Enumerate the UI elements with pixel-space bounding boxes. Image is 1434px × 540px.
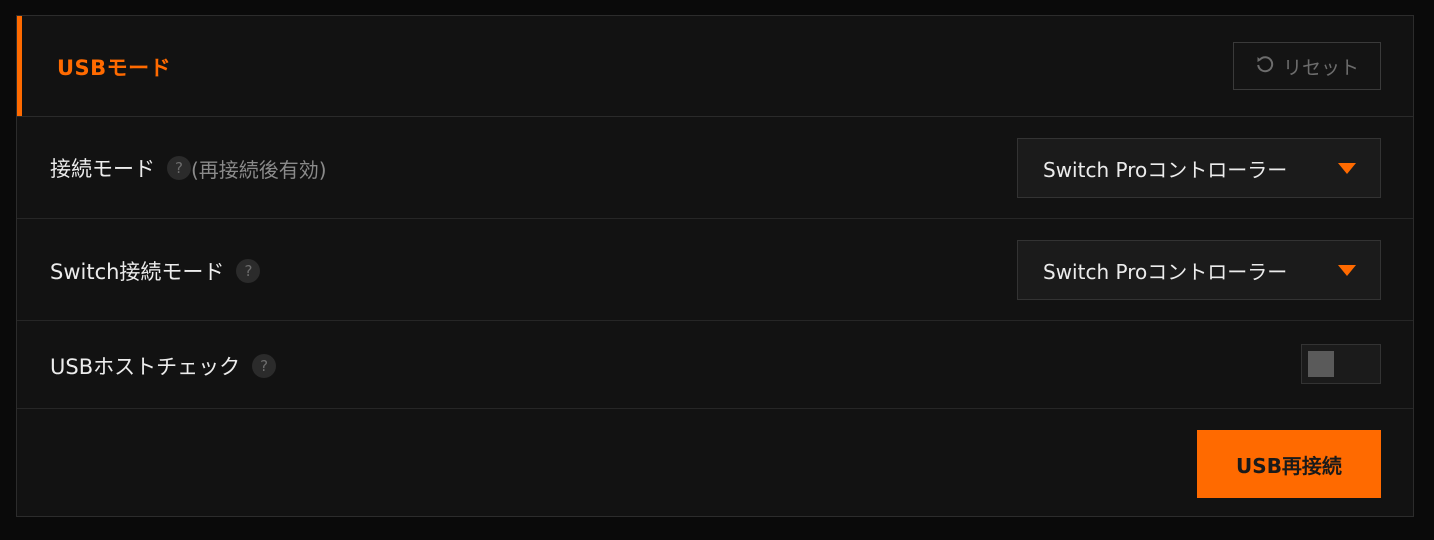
usb-reconnect-button[interactable]: USB再接続 <box>1197 430 1381 498</box>
select-value: Switch Proコントローラー <box>1043 157 1288 182</box>
switch-connection-mode-select[interactable]: Switch Proコントローラー <box>1017 240 1381 300</box>
section-title: USBモード <box>57 56 172 80</box>
select-value: Switch Proコントローラー <box>1043 259 1288 284</box>
accent-bar <box>17 16 22 116</box>
setting-row-connection-mode: 接続モード ? (再接続後有効) Switch Proコントローラー <box>17 117 1413 219</box>
help-icon[interactable]: ? <box>252 354 277 378</box>
setting-row-usb-host-check: USBホストチェック ? <box>17 321 1413 409</box>
panel-header: USBモード リセット <box>17 16 1413 117</box>
help-icon[interactable]: ? <box>167 156 191 180</box>
setting-label: 接続モード <box>50 157 155 181</box>
setting-label: Switch接続モード <box>50 260 225 284</box>
usb-host-check-toggle[interactable] <box>1301 344 1381 384</box>
usb-mode-panel: USBモード リセット 接続モード ? (再接続後有効) Switch Proコ… <box>16 15 1414 517</box>
setting-label: USBホストチェック <box>50 355 241 379</box>
dropdown-caret-icon <box>1338 163 1356 174</box>
setting-note: (再接続後有効) <box>191 157 327 182</box>
toggle-knob <box>1308 351 1334 377</box>
help-icon[interactable]: ? <box>236 259 261 283</box>
reset-icon <box>1255 54 1275 79</box>
dropdown-caret-icon <box>1338 265 1356 276</box>
setting-row-switch-connection-mode: Switch接続モード ? Switch Proコントローラー <box>17 219 1413 321</box>
reset-label: リセット <box>1282 56 1359 79</box>
connection-mode-select[interactable]: Switch Proコントローラー <box>1017 138 1381 198</box>
reset-button[interactable]: リセット <box>1233 42 1381 90</box>
